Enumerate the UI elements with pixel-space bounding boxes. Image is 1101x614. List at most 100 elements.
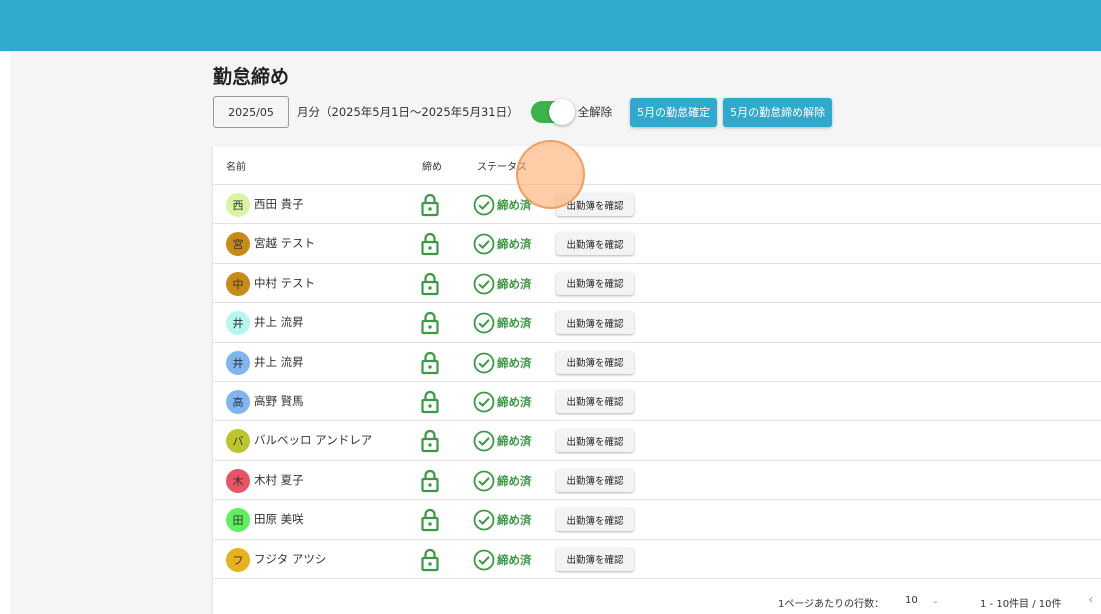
table-body: 西西田 貴子 締め済 出勤簿を確認宮宮越 テスト 締め済 出勤簿を確認中中村 テスト 締め…	[213, 185, 1101, 579]
column-header-name[interactable]: 名前	[226, 158, 246, 173]
chevron-down-icon[interactable]: ⌄	[932, 596, 939, 605]
table-row: 田田原 美咲 締め済 出勤簿を確認	[213, 500, 1101, 540]
avatar: バ	[226, 429, 250, 454]
view-attendance-button[interactable]: 出勤簿を確認	[556, 389, 634, 413]
avatar: 宮	[226, 232, 250, 257]
lock-icon[interactable]	[421, 429, 439, 453]
table-header: 名前 締め ステータス	[213, 146, 1101, 185]
lock-icon[interactable]	[421, 390, 439, 414]
view-attendance-button[interactable]: 出勤簿を確認	[556, 232, 634, 256]
status-text: 締め済	[497, 552, 532, 567]
avatar: フ	[226, 547, 250, 572]
chevron-left-icon[interactable]: ‹	[1088, 592, 1094, 608]
status-badge: 締め済	[473, 311, 532, 335]
status-text: 締め済	[497, 394, 532, 409]
employee-name[interactable]: 田原 美咲	[254, 511, 304, 527]
employee-name[interactable]: 宮越 テスト	[254, 235, 315, 251]
status-text: 締め済	[497, 355, 532, 370]
lock-icon[interactable]	[421, 548, 439, 572]
release-closing-button[interactable]: 5月の勤怠締め解除	[723, 97, 833, 127]
page-title: 勤怠締め	[213, 66, 290, 88]
table-row: 宮宮越 テスト 締め済 出勤簿を確認	[213, 224, 1101, 264]
month-input[interactable]: 2025/05	[213, 96, 289, 128]
column-header-lock[interactable]: 締め	[422, 158, 442, 173]
check-circle-icon	[473, 273, 495, 295]
status-badge: 締め済	[473, 351, 532, 375]
check-circle-icon	[473, 509, 495, 531]
table-row: 高高野 賢馬 締め済 出勤簿を確認	[213, 382, 1101, 422]
lock-icon[interactable]	[421, 232, 439, 256]
status-badge: 締め済	[473, 469, 532, 493]
release-all-label: 全解除	[577, 105, 613, 119]
view-attendance-button[interactable]: 出勤簿を確認	[556, 271, 634, 295]
status-text: 締め済	[497, 434, 532, 449]
table-row: 西西田 貴子 締め済 出勤簿を確認	[213, 185, 1101, 225]
table-row: ババルベッロ アンドレア 締め済 出勤簿を確認	[213, 421, 1101, 461]
check-circle-icon	[473, 352, 495, 374]
check-circle-icon	[473, 549, 495, 571]
check-circle-icon	[473, 312, 495, 334]
employee-name[interactable]: 高野 賢馬	[254, 393, 304, 409]
confirm-attendance-button[interactable]: 5月の勤怠確定	[630, 97, 718, 127]
lock-icon[interactable]	[421, 272, 439, 296]
lock-icon[interactable]	[421, 351, 439, 375]
check-circle-icon	[473, 233, 495, 255]
rows-per-page-label: 1ページあたりの行数：	[778, 599, 885, 610]
toggle-thumb	[548, 99, 575, 125]
check-circle-icon	[473, 194, 495, 216]
status-badge: 締め済	[473, 548, 532, 572]
status-text: 締め済	[497, 237, 532, 252]
table-row: 井井上 流昇 締め済 出勤簿を確認	[213, 303, 1101, 343]
column-header-status[interactable]: ステータス	[477, 158, 527, 173]
view-attendance-button[interactable]: 出勤簿を確認	[556, 429, 634, 453]
view-attendance-button[interactable]: 出勤簿を確認	[556, 193, 634, 216]
check-circle-icon	[473, 430, 495, 452]
rows-per-page-select[interactable]: 10	[905, 595, 918, 606]
left-sidebar-edge	[0, 51, 10, 614]
lock-icon[interactable]	[421, 508, 439, 532]
avatar: 西	[226, 193, 250, 217]
view-attendance-button[interactable]: 出勤簿を確認	[556, 547, 634, 571]
avatar: 田	[226, 508, 250, 533]
table-row: 中中村 テスト 締め済 出勤簿を確認	[213, 264, 1101, 304]
period-text: 月分（2025年5月1日〜2025年5月31日）	[297, 105, 519, 119]
lock-icon[interactable]	[421, 193, 439, 217]
status-text: 締め済	[497, 276, 532, 291]
employee-name[interactable]: フジタ アツシ	[254, 551, 326, 567]
avatar: 高	[226, 389, 250, 414]
employee-table: 名前 締め ステータス 西西田 貴子 締め済 出勤簿を確認宮宮越 テスト 締め済 出勤簿…	[213, 146, 1101, 614]
employee-name[interactable]: 西田 貴子	[254, 196, 304, 212]
employee-name[interactable]: 井上 流昇	[254, 354, 304, 370]
avatar: 中	[226, 271, 250, 296]
table-row: 井井上 流昇 締め済 出勤簿を確認	[213, 343, 1101, 382]
check-circle-icon	[473, 391, 495, 413]
status-badge: 締め済	[473, 232, 532, 256]
page-range: 1 - 10件目 / 10件	[980, 599, 1062, 610]
avatar: 木	[226, 468, 250, 493]
view-attendance-button[interactable]: 出勤簿を確認	[556, 508, 634, 532]
release-all-toggle[interactable]	[530, 99, 575, 125]
employee-name[interactable]: 井上 流昇	[254, 314, 304, 330]
status-badge: 締め済	[473, 272, 532, 296]
app-header-bar	[0, 0, 1101, 51]
view-attendance-button[interactable]: 出勤簿を確認	[556, 350, 634, 374]
check-circle-icon	[473, 470, 495, 492]
avatar: 井	[226, 311, 250, 336]
lock-icon[interactable]	[421, 311, 439, 335]
view-attendance-button[interactable]: 出勤簿を確認	[556, 311, 634, 335]
table-row: フフジタ アツシ 締め済 出勤簿を確認	[213, 540, 1101, 579]
employee-name[interactable]: 中村 テスト	[254, 275, 315, 291]
view-attendance-button[interactable]: 出勤簿を確認	[556, 468, 634, 492]
pagination: 1ページあたりの行数： 10 ⌄ 1 - 10件目 / 10件 ‹	[213, 586, 1101, 614]
status-text: 締め済	[497, 473, 532, 488]
lock-icon[interactable]	[421, 469, 439, 493]
status-text: 締め済	[497, 316, 532, 331]
status-text: 締め済	[497, 198, 532, 212]
employee-name[interactable]: バルベッロ アンドレア	[254, 432, 372, 448]
status-badge: 締め済	[473, 193, 532, 217]
status-text: 締め済	[497, 513, 532, 528]
table-row: 木木村 夏子 締め済 出勤簿を確認	[213, 461, 1101, 501]
employee-name[interactable]: 木村 夏子	[254, 472, 304, 488]
status-badge: 締め済	[473, 429, 532, 453]
status-badge: 締め済	[473, 508, 532, 532]
